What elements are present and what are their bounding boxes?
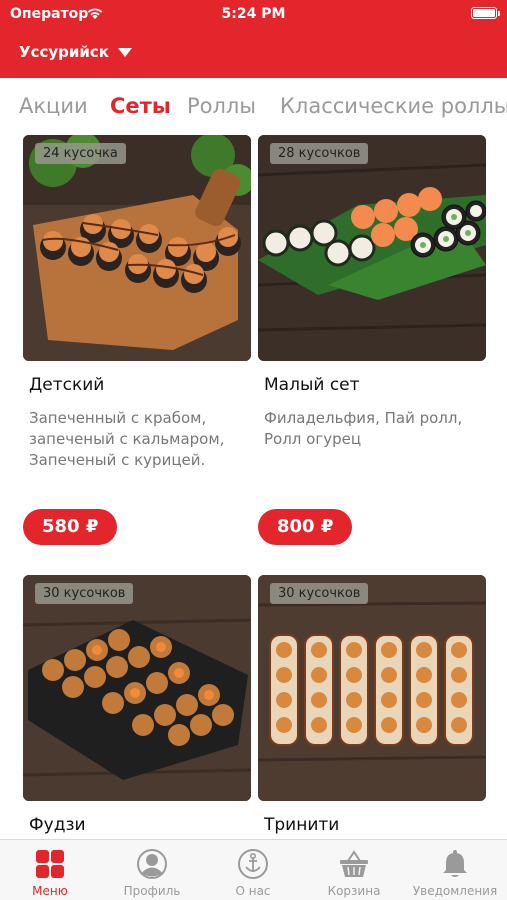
product-photo[interactable]: 28 кусочков — [258, 135, 486, 361]
sushi-set-image — [258, 135, 486, 361]
tab-sets[interactable]: Сеты — [110, 94, 171, 118]
nav-menu[interactable]: Меню — [0, 840, 100, 900]
app-header: Оператор 5:24 PM Уссурийск — [0, 0, 507, 78]
product-name: Детский — [29, 375, 105, 395]
pieces-badge: 30 кусочков — [270, 583, 369, 604]
nav-label: Меню — [32, 884, 68, 898]
sushi-set-image — [23, 575, 251, 801]
anchor-icon — [238, 849, 268, 879]
product-photo[interactable]: 30 кусочков — [23, 575, 251, 801]
price-button[interactable]: 800 ₽ — [258, 509, 353, 545]
nav-cart[interactable]: Корзина — [304, 840, 404, 900]
city-label: Уссурийск — [19, 43, 109, 61]
product-name: Фудзи — [29, 815, 86, 835]
pieces-badge: 30 кусочков — [35, 583, 134, 604]
product-photo[interactable]: 30 кусочков — [258, 575, 486, 801]
pieces-badge: 24 кусочка — [35, 143, 126, 164]
chevron-down-icon — [117, 47, 132, 57]
status-time: 5:24 PM — [221, 6, 286, 22]
category-tabs: Акции Сеты Роллы Классические роллы — [0, 90, 507, 126]
menu-grid-icon — [36, 850, 64, 878]
nav-label: Уведомления — [412, 884, 498, 898]
nav-profile[interactable]: Профиль — [102, 840, 202, 900]
product-name: Тринити — [264, 815, 340, 835]
basket-icon — [340, 850, 368, 877]
product-grid: 24 кусочка Детский Запеченный с крабом, … — [0, 135, 507, 839]
tab-classic-rolls[interactable]: Классические роллы — [280, 94, 507, 118]
status-bar: Оператор 5:24 PM — [0, 0, 507, 28]
nav-label: Корзина — [327, 884, 381, 898]
sushi-set-image — [258, 575, 486, 801]
bell-icon — [443, 850, 467, 877]
city-selector[interactable]: Уссурийск — [19, 43, 132, 61]
product-photo[interactable]: 24 кусочка — [23, 135, 251, 361]
pieces-badge: 28 кусочков — [270, 143, 369, 164]
tab-rolls[interactable]: Роллы — [187, 94, 256, 118]
product-description: Филадельфия, Пай ролл, Ролл огурец — [264, 409, 463, 448]
tab-promotions[interactable]: Акции — [19, 94, 88, 118]
product-name: Малый сет — [264, 375, 360, 395]
profile-icon — [137, 849, 167, 879]
battery-icon — [471, 7, 500, 19]
price-button[interactable]: 580 ₽ — [23, 509, 118, 545]
nav-about[interactable]: О нас — [203, 840, 303, 900]
nav-label: О нас — [235, 884, 271, 898]
product-description: Запеченный с крабом, запеченый с кальмар… — [29, 409, 225, 469]
nav-label: Профиль — [123, 884, 181, 898]
nav-notifications[interactable]: Уведомления — [405, 840, 505, 900]
bottom-nav: Меню Профиль О нас Корзина Уведомления — [0, 839, 507, 900]
sushi-set-image — [23, 135, 251, 361]
